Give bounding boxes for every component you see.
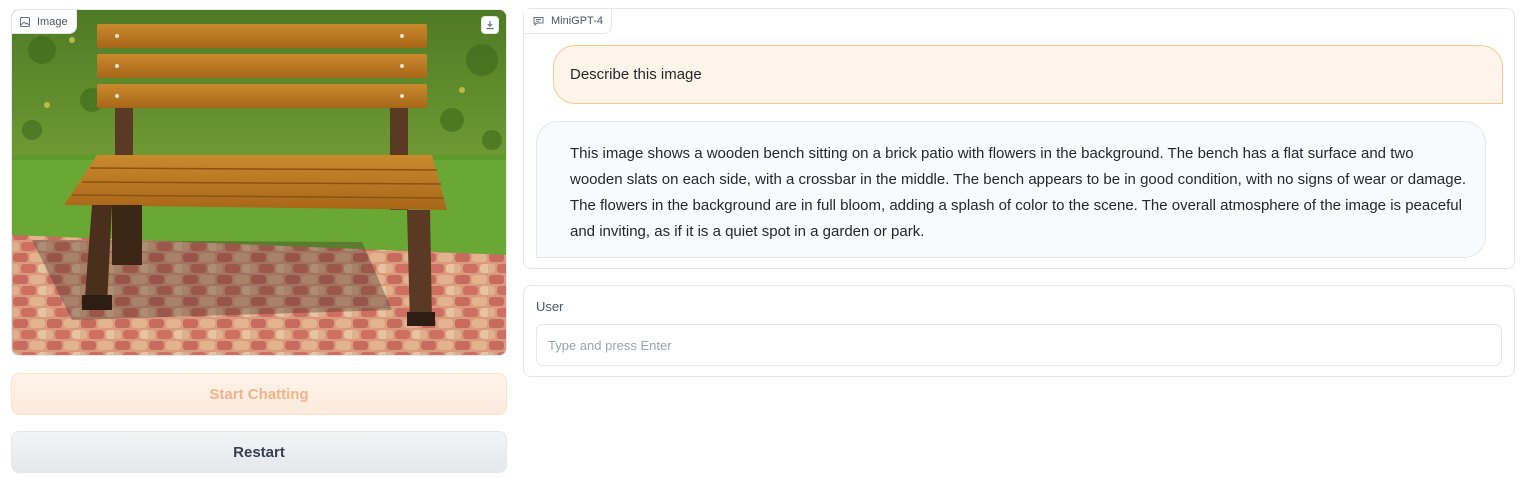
user-message-input[interactable] [536, 324, 1502, 366]
start-chatting-button[interactable]: Start Chatting [11, 373, 507, 415]
download-icon [485, 20, 495, 30]
user-message: Describe this image [553, 45, 1503, 104]
image-panel[interactable]: Image [11, 9, 507, 356]
user-input-panel: User [523, 285, 1515, 377]
download-button[interactable] [481, 16, 499, 34]
bot-message: This image shows a wooden bench sitting … [536, 121, 1486, 258]
image-label-text: Image [37, 15, 68, 28]
chatbot-label-text: MiniGPT-4 [551, 15, 603, 27]
image-icon [20, 16, 30, 27]
chat-icon [533, 16, 544, 26]
chatbot-label: MiniGPT-4 [524, 9, 612, 34]
bench-photo [12, 10, 506, 355]
image-panel-label: Image [12, 10, 77, 34]
restart-button[interactable]: Restart [11, 431, 507, 473]
chatbot-panel: MiniGPT-4 Describe this image This image… [523, 8, 1515, 269]
user-input-label: User [536, 299, 564, 314]
